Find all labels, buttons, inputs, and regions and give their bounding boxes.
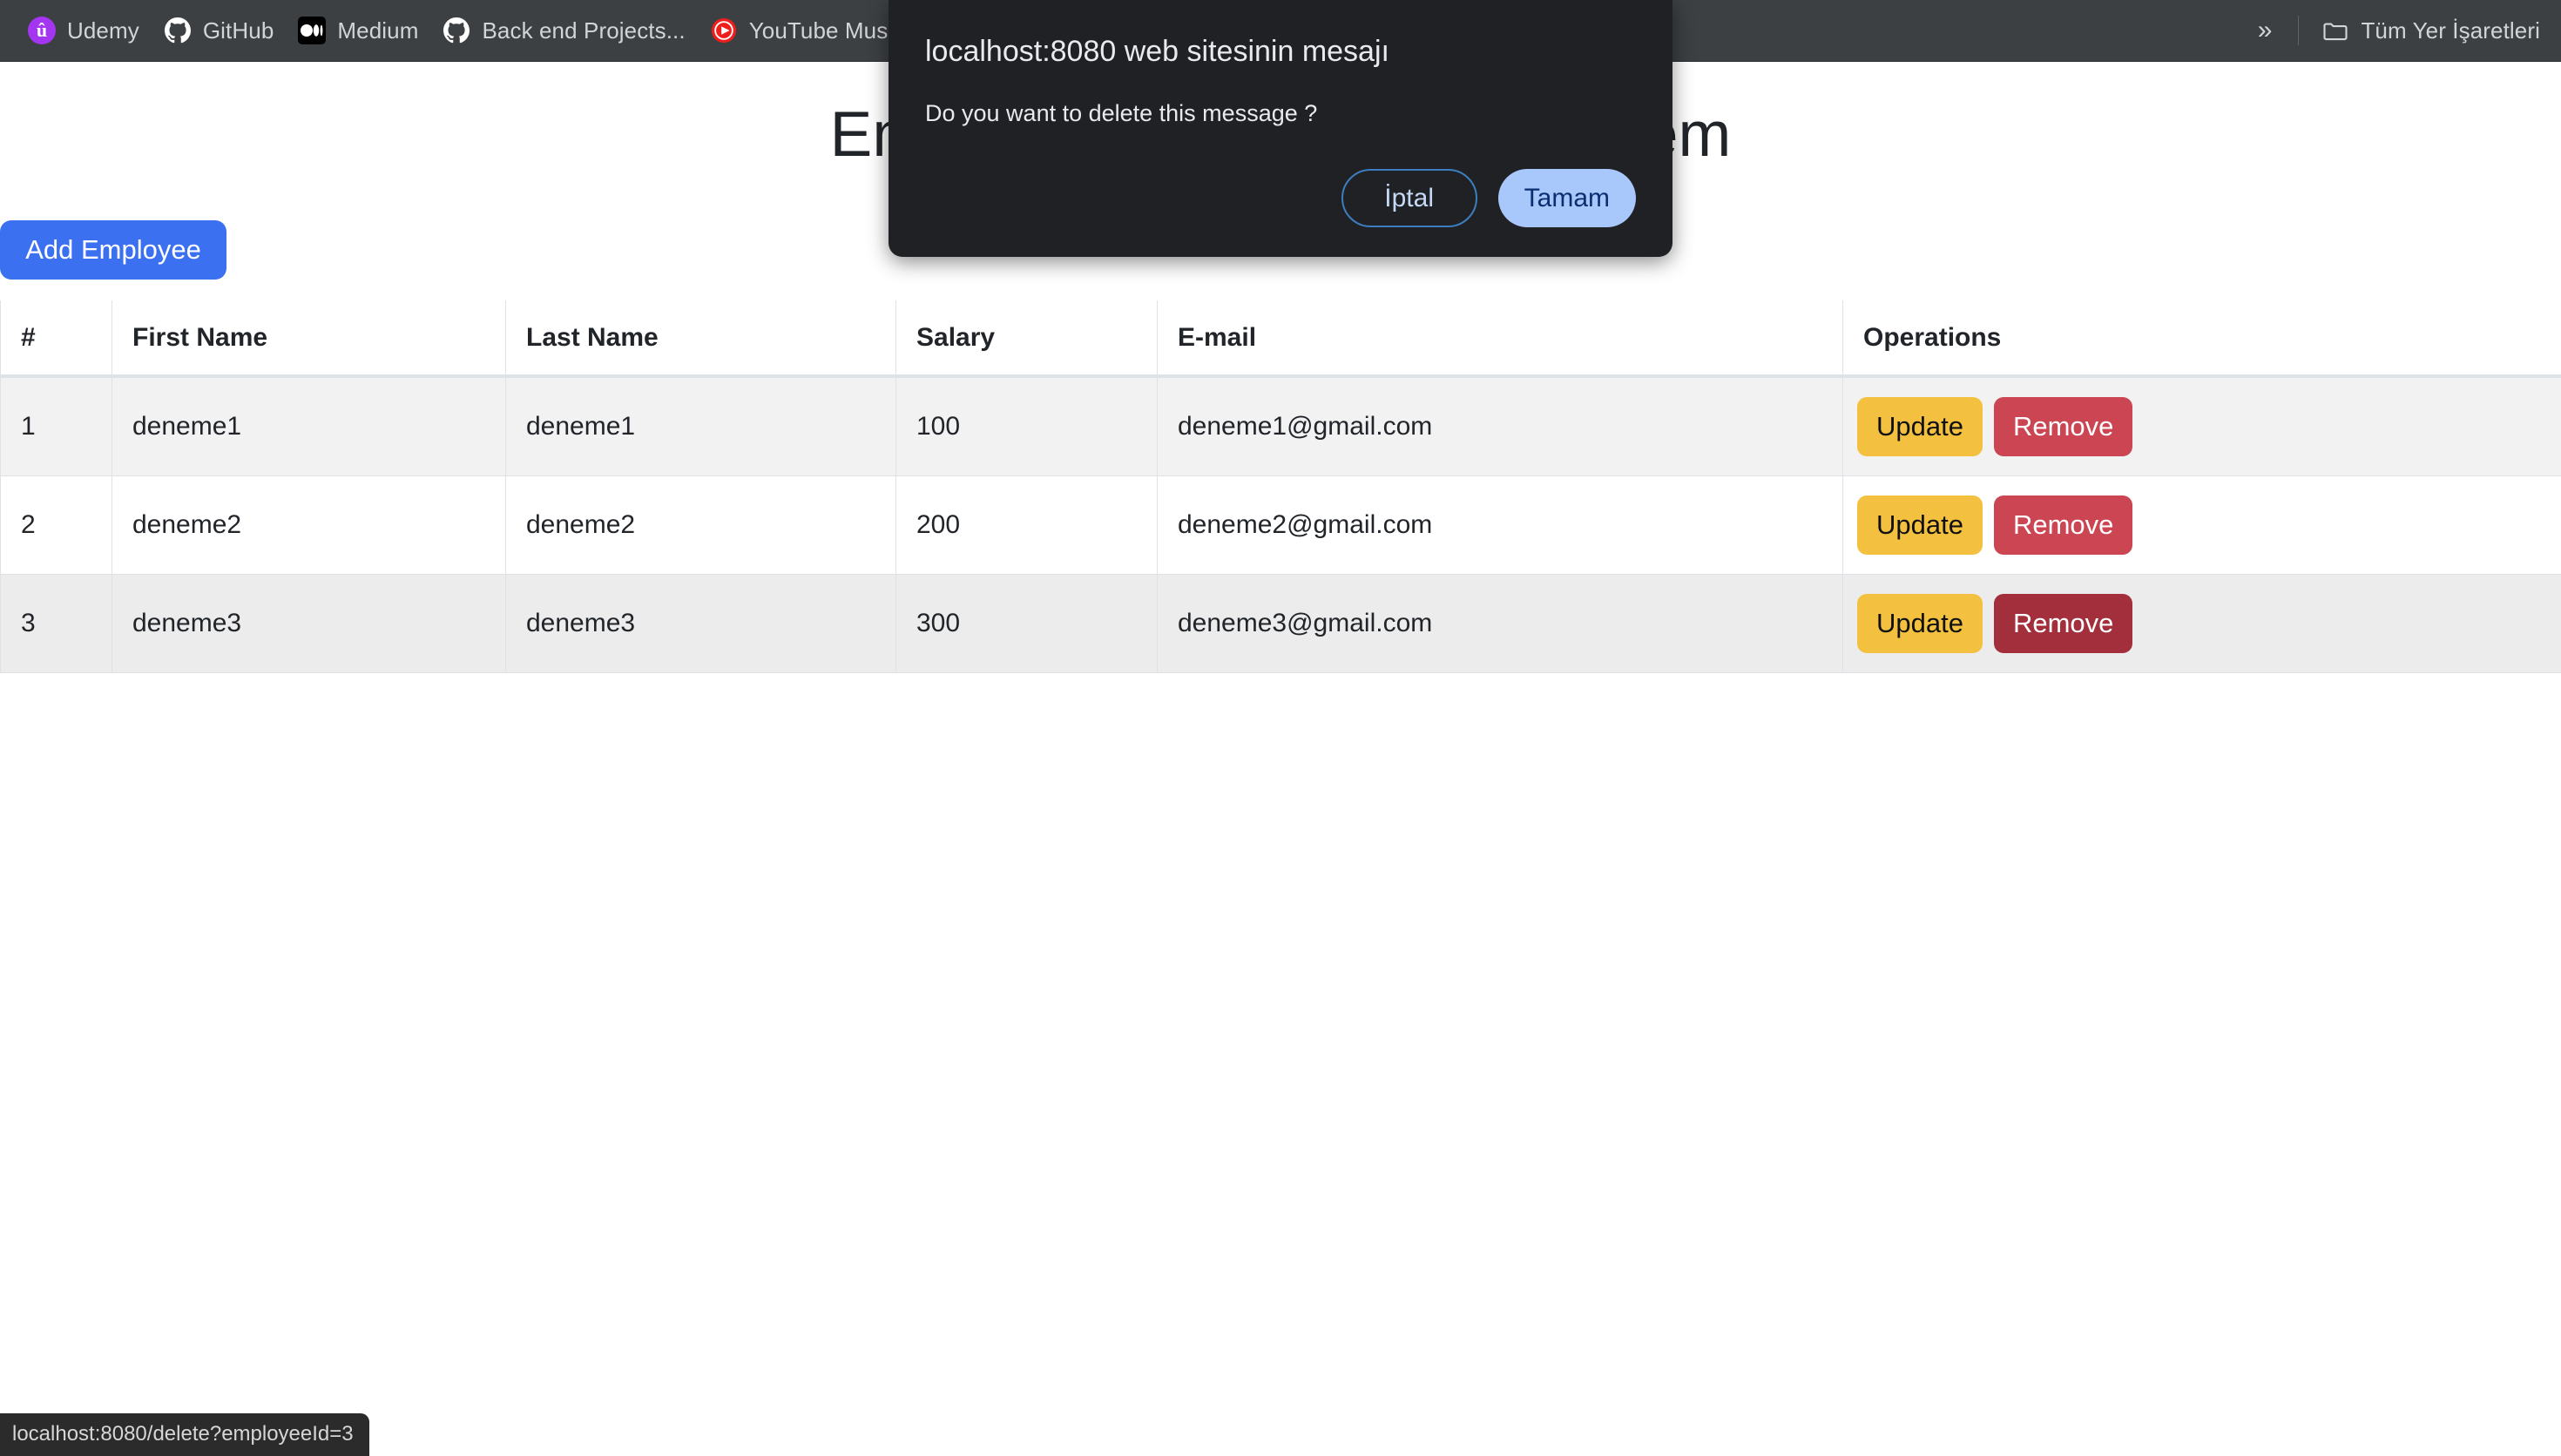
bookmark-label: Udemy xyxy=(67,17,139,44)
cell-salary: 100 xyxy=(896,376,1158,476)
employee-table: # First Name Last Name Salary E-mail Ope… xyxy=(0,300,2561,673)
table-header-row: # First Name Last Name Salary E-mail Ope… xyxy=(1,300,2561,376)
folder-icon xyxy=(2321,17,2349,44)
bookmark-youtube-music[interactable]: YouTube Mus xyxy=(698,9,901,52)
table-body: 1 deneme1 deneme1 100 deneme1@gmail.com … xyxy=(1,376,2561,673)
github-icon xyxy=(164,17,192,44)
cell-operations: UpdateRemove xyxy=(1843,376,2561,476)
youtube-icon xyxy=(710,17,738,44)
remove-button[interactable]: Remove xyxy=(1994,594,2132,653)
cell-first-name: deneme2 xyxy=(112,476,506,575)
all-bookmarks-label: Tüm Yer İşaretleri xyxy=(2361,17,2540,44)
javascript-confirm-dialog: localhost:8080 web sitesinin mesajı Do y… xyxy=(889,0,1672,257)
toolbar-divider xyxy=(2298,16,2299,45)
dialog-cancel-button[interactable]: İptal xyxy=(1341,169,1477,227)
cell-salary: 300 xyxy=(896,575,1158,673)
table-row[interactable]: 2 deneme2 deneme2 200 deneme2@gmail.com … xyxy=(1,476,2561,575)
cell-first-name: deneme3 xyxy=(112,575,506,673)
column-header-num: # xyxy=(1,300,112,376)
page-content: Employee Management System Add Employee … xyxy=(0,62,2561,1456)
cell-num: 3 xyxy=(1,575,112,673)
medium-icon xyxy=(298,17,326,44)
cell-last-name: deneme3 xyxy=(506,575,896,673)
all-bookmarks-button[interactable]: Tüm Yer İşaretleri xyxy=(2309,9,2545,52)
table-row[interactable]: 1 deneme1 deneme1 100 deneme1@gmail.com … xyxy=(1,376,2561,476)
bookmark-label: YouTube Mus xyxy=(749,17,889,44)
cell-email: deneme1@gmail.com xyxy=(1158,376,1843,476)
dialog-title: localhost:8080 web sitesinin mesajı xyxy=(925,35,1636,69)
udemy-icon: û xyxy=(28,17,56,44)
bookmark-label: GitHub xyxy=(203,17,274,44)
dialog-message: Do you want to delete this message ? xyxy=(925,100,1636,127)
dialog-actions: İptal Tamam xyxy=(925,169,1636,227)
column-header-last-name: Last Name xyxy=(506,300,896,376)
github-icon xyxy=(443,17,470,44)
bookmark-medium[interactable]: Medium xyxy=(286,9,430,52)
dialog-ok-button[interactable]: Tamam xyxy=(1498,169,1636,227)
table-row[interactable]: 3 deneme3 deneme3 300 deneme3@gmail.com … xyxy=(1,575,2561,673)
bookmark-udemy[interactable]: û Udemy xyxy=(16,9,152,52)
update-button[interactable]: Update xyxy=(1857,495,1983,555)
cell-operations: UpdateRemove xyxy=(1843,575,2561,673)
cell-salary: 200 xyxy=(896,476,1158,575)
cell-last-name: deneme1 xyxy=(506,376,896,476)
cell-email: deneme2@gmail.com xyxy=(1158,476,1843,575)
bookmark-label: Medium xyxy=(337,17,418,44)
update-button[interactable]: Update xyxy=(1857,594,1983,653)
bookmark-label: Back end Projects... xyxy=(482,17,685,44)
column-header-first-name: First Name xyxy=(112,300,506,376)
add-employee-button[interactable]: Add Employee xyxy=(0,220,226,280)
update-button[interactable]: Update xyxy=(1857,397,1983,456)
cell-num: 1 xyxy=(1,376,112,476)
cell-num: 2 xyxy=(1,476,112,575)
cell-last-name: deneme2 xyxy=(506,476,896,575)
cell-email: deneme3@gmail.com xyxy=(1158,575,1843,673)
column-header-operations: Operations xyxy=(1843,300,2561,376)
bookmark-github[interactable]: GitHub xyxy=(152,9,287,52)
remove-button[interactable]: Remove xyxy=(1994,397,2132,456)
bookmark-back-end-projects[interactable]: Back end Projects... xyxy=(430,9,697,52)
table-header: # First Name Last Name Salary E-mail Ope… xyxy=(1,300,2561,376)
column-header-email: E-mail xyxy=(1158,300,1843,376)
bookmarks-overflow-chevron-icon[interactable]: » xyxy=(2242,17,2288,44)
column-header-salary: Salary xyxy=(896,300,1158,376)
status-bar-url: localhost:8080/delete?employeeId=3 xyxy=(0,1413,369,1456)
cell-first-name: deneme1 xyxy=(112,376,506,476)
remove-button[interactable]: Remove xyxy=(1994,495,2132,555)
cell-operations: UpdateRemove xyxy=(1843,476,2561,575)
